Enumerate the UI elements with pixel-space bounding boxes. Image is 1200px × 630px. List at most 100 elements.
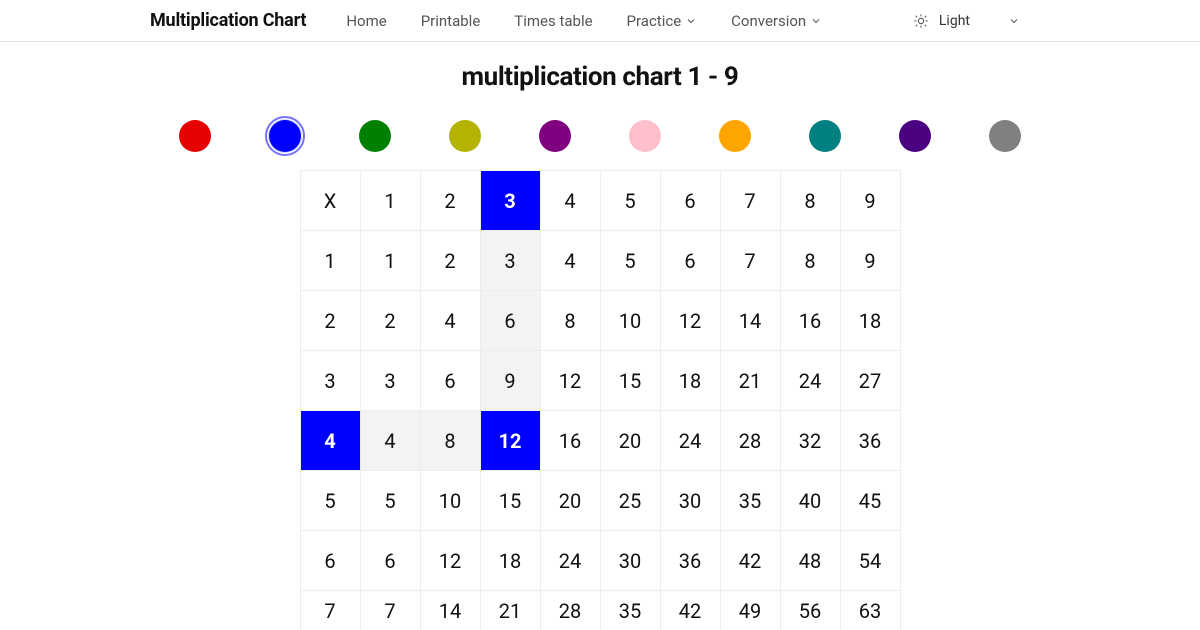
cell[interactable]: 27 (840, 351, 900, 411)
cell[interactable]: 14 (720, 291, 780, 351)
row-header[interactable]: 1 (300, 231, 360, 291)
cell[interactable]: 8 (540, 291, 600, 351)
cell[interactable]: 4 (540, 231, 600, 291)
row-header[interactable]: 2 (300, 291, 360, 351)
cell[interactable]: 15 (600, 351, 660, 411)
cell[interactable]: 18 (660, 351, 720, 411)
cell[interactable]: 54 (840, 531, 900, 591)
col-header[interactable]: 5 (600, 171, 660, 231)
cell[interactable]: 5 (360, 471, 420, 531)
nav-practice[interactable]: Practice (627, 12, 698, 30)
cell[interactable]: 7 (720, 231, 780, 291)
cell[interactable]: 63 (840, 591, 900, 630)
cell[interactable]: 6 (360, 531, 420, 591)
sun-icon (913, 13, 929, 29)
cell[interactable]: 35 (720, 471, 780, 531)
cell[interactable]: 56 (780, 591, 840, 630)
swatch-indigo[interactable] (899, 120, 931, 152)
cell[interactable]: 42 (720, 531, 780, 591)
cell[interactable]: 35 (600, 591, 660, 630)
cell[interactable]: 1 (360, 231, 420, 291)
cell[interactable]: 28 (720, 411, 780, 471)
swatch-gray[interactable] (989, 120, 1021, 152)
cell[interactable]: 24 (660, 411, 720, 471)
nav-times-table[interactable]: Times table (514, 12, 592, 30)
cell[interactable]: 4 (420, 291, 480, 351)
cell[interactable]: 6 (420, 351, 480, 411)
cell[interactable]: 12 (540, 351, 600, 411)
cell[interactable]: 42 (660, 591, 720, 630)
cell[interactable]: 9 (840, 231, 900, 291)
col-header[interactable]: 8 (780, 171, 840, 231)
cell[interactable]: 2 (360, 291, 420, 351)
cell[interactable]: 15 (480, 471, 540, 531)
cell[interactable]: 12 (660, 291, 720, 351)
cell[interactable]: 32 (780, 411, 840, 471)
cell[interactable]: 16 (780, 291, 840, 351)
row-header[interactable]: 3 (300, 351, 360, 411)
cell[interactable]: 12 (480, 411, 540, 471)
col-header[interactable]: 6 (660, 171, 720, 231)
cell[interactable]: 2 (420, 231, 480, 291)
cell[interactable]: 36 (660, 531, 720, 591)
row-header[interactable]: 7 (300, 591, 360, 630)
cell[interactable]: 14 (420, 591, 480, 630)
cell[interactable]: 9 (480, 351, 540, 411)
cell[interactable]: 10 (600, 291, 660, 351)
swatch-olive[interactable] (449, 120, 481, 152)
col-header[interactable]: 4 (540, 171, 600, 231)
cell[interactable]: 24 (540, 531, 600, 591)
cell[interactable]: 30 (600, 531, 660, 591)
cell[interactable]: 4 (360, 411, 420, 471)
col-header[interactable]: 1 (360, 171, 420, 231)
cell[interactable]: 21 (480, 591, 540, 630)
cell[interactable]: 28 (540, 591, 600, 630)
col-header[interactable]: 3 (480, 171, 540, 231)
cell[interactable]: 36 (840, 411, 900, 471)
cell[interactable]: 8 (780, 231, 840, 291)
cell[interactable]: 49 (720, 591, 780, 630)
cell[interactable]: 5 (600, 231, 660, 291)
swatch-pink[interactable] (629, 120, 661, 152)
row-header[interactable]: 5 (300, 471, 360, 531)
cell[interactable]: 45 (840, 471, 900, 531)
cell[interactable]: 18 (840, 291, 900, 351)
cell[interactable]: 7 (360, 591, 420, 630)
cell[interactable]: 12 (420, 531, 480, 591)
cell[interactable]: 6 (660, 231, 720, 291)
corner-cell[interactable]: X (300, 171, 360, 231)
swatch-blue[interactable] (269, 120, 301, 152)
cell[interactable]: 40 (780, 471, 840, 531)
multiplication-table: X123456789112345678922468101214161833691… (300, 170, 901, 630)
cell[interactable]: 48 (780, 531, 840, 591)
theme-switcher[interactable]: Light (913, 13, 1020, 29)
swatch-orange[interactable] (719, 120, 751, 152)
cell[interactable]: 6 (480, 291, 540, 351)
row-header[interactable]: 4 (300, 411, 360, 471)
cell[interactable]: 8 (420, 411, 480, 471)
nav-home[interactable]: Home (346, 12, 386, 30)
col-header[interactable]: 9 (840, 171, 900, 231)
col-header[interactable]: 2 (420, 171, 480, 231)
nav-conversion[interactable]: Conversion (731, 12, 822, 30)
cell[interactable]: 25 (600, 471, 660, 531)
brand-title[interactable]: Multiplication Chart (150, 10, 306, 31)
swatch-teal[interactable] (809, 120, 841, 152)
cell[interactable]: 21 (720, 351, 780, 411)
cell[interactable]: 3 (480, 231, 540, 291)
row-header[interactable]: 6 (300, 531, 360, 591)
cell[interactable]: 24 (780, 351, 840, 411)
col-header[interactable]: 7 (720, 171, 780, 231)
swatch-red[interactable] (179, 120, 211, 152)
cell[interactable]: 18 (480, 531, 540, 591)
nav-printable[interactable]: Printable (421, 12, 481, 30)
swatch-green[interactable] (359, 120, 391, 152)
swatch-purple[interactable] (539, 120, 571, 152)
nav-links: Home Printable Times table Practice Conv… (346, 12, 822, 30)
cell[interactable]: 20 (540, 471, 600, 531)
cell[interactable]: 3 (360, 351, 420, 411)
cell[interactable]: 10 (420, 471, 480, 531)
cell[interactable]: 30 (660, 471, 720, 531)
cell[interactable]: 20 (600, 411, 660, 471)
cell[interactable]: 16 (540, 411, 600, 471)
